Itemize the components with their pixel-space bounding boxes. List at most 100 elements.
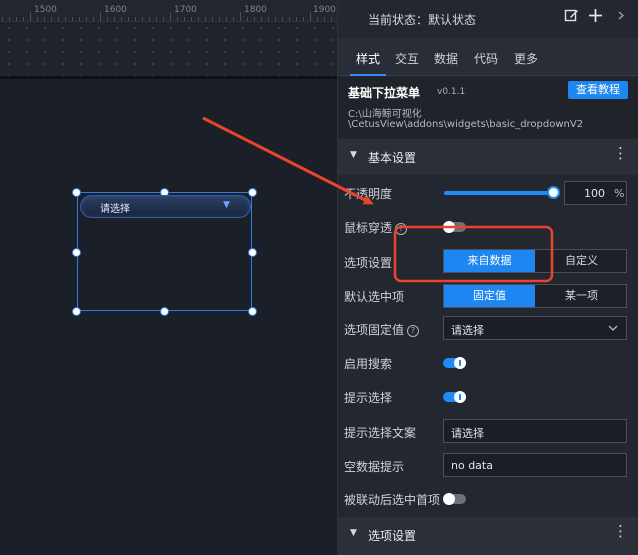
prompt-text-input[interactable]: 请选择 (443, 419, 627, 443)
empty-hint-input[interactable]: no data (443, 453, 627, 477)
section-basic-settings[interactable]: ▼ 基本设置 ⋮ (338, 139, 638, 175)
fixed-value-button[interactable]: 固定值 (444, 285, 535, 307)
panel-tabs: 样式 交互 数据 代码 更多 (338, 38, 638, 76)
ruler-tick (233, 17, 234, 21)
ruler-tick (282, 17, 283, 21)
ruler-tick (65, 17, 66, 21)
option-source-segmented: 来自数据 自定义 (443, 249, 627, 273)
resize-handle-bottom-left[interactable] (72, 307, 81, 316)
fixed-value-text: 选项固定值 (344, 323, 405, 337)
resize-handle-top-right[interactable] (248, 188, 257, 197)
default-selected-label: 默认选中项 (344, 290, 405, 304)
ruler-tick (184, 17, 185, 21)
tab-data[interactable]: 数据 (434, 50, 458, 67)
state-bar: 当前状态：默认状态 (338, 0, 638, 38)
tab-code[interactable]: 代码 (474, 50, 498, 67)
ruler-label: 1600 (104, 5, 127, 15)
linked-first-label: 被联动后选中首项 (344, 493, 441, 507)
current-state-label: 当前状态：默认状态 (368, 13, 477, 27)
mouse-through-toggle[interactable] (443, 221, 466, 233)
ruler-tick (142, 17, 143, 21)
ruler-tick (9, 17, 10, 21)
resize-handle-left[interactable] (72, 248, 81, 257)
ruler-tick (205, 17, 206, 21)
ruler-tick (289, 17, 290, 21)
ruler-tick (275, 17, 276, 21)
view-tutorial-button[interactable]: 查看教程 (568, 81, 628, 99)
mouse-through-text: 鼠标穿透 (344, 221, 393, 235)
ruler-tick (163, 17, 164, 21)
property-panel: 当前状态：默认状态 样式 交互 数据 代码 更多 基础下拉菜单 v0.1.1 查… (337, 0, 638, 555)
ruler-tick (219, 17, 220, 21)
active-tab-indicator (350, 74, 386, 76)
resize-handle-right[interactable] (248, 248, 257, 257)
ruler-tick (170, 12, 171, 21)
ruler-tick (261, 17, 262, 21)
ruler-tick (51, 17, 52, 21)
ruler-tick (44, 17, 45, 21)
resize-handle-bottom[interactable] (160, 307, 169, 316)
ruler-tick (86, 17, 87, 21)
component-path: \CetusView\addons\widgets\basic_dropdown… (348, 119, 584, 130)
ruler-tick (107, 17, 108, 21)
component-version: v0.1.1 (437, 87, 466, 97)
ruler-tick (156, 17, 157, 21)
ruler-tick (198, 17, 199, 21)
empty-hint-label: 空数据提示 (344, 460, 405, 474)
section-option-settings[interactable]: ▼ 选项设置 ⋮ (338, 517, 638, 555)
ruler-tick (226, 17, 227, 21)
some-item-button[interactable]: 某一项 (536, 285, 627, 307)
prompt-text-value: 请选择 (451, 427, 484, 440)
ruler-tick (254, 17, 255, 21)
tab-style[interactable]: 样式 (356, 50, 380, 67)
prompt-select-toggle[interactable] (443, 391, 466, 403)
edit-icon[interactable] (564, 8, 579, 27)
ruler-tick (100, 12, 101, 21)
fixed-value-select[interactable]: 请选择 (443, 316, 627, 340)
ruler-label: 1800 (244, 5, 267, 15)
ruler-tick (296, 17, 297, 21)
ruler-tick (37, 17, 38, 21)
editor-canvas[interactable]: 1500 1600 1700 1800 1900 请选择 ▼ (0, 0, 337, 555)
ruler-tick (79, 17, 80, 21)
more-vertical-icon[interactable]: ⋮ (613, 146, 628, 161)
opacity-slider-handle[interactable] (547, 186, 560, 199)
fixed-value-selected: 请选择 (451, 324, 484, 337)
more-vertical-icon[interactable]: ⋮ (613, 524, 628, 539)
chevron-right-icon[interactable] (617, 8, 625, 27)
ruler-tick (121, 17, 122, 21)
ruler-tick (303, 17, 304, 21)
ruler-tick (16, 17, 17, 21)
dropdown-widget-preview[interactable]: 请选择 ▼ (80, 195, 251, 218)
ruler-tick (268, 17, 269, 21)
empty-hint-value: no data (451, 459, 493, 472)
opacity-slider[interactable] (444, 191, 554, 195)
mouse-through-label: 鼠标穿透? (344, 219, 408, 236)
caret-down-icon: ▼ (350, 150, 357, 160)
plus-icon[interactable] (588, 8, 603, 27)
ruler-tick (324, 17, 325, 21)
option-custom-button[interactable]: 自定义 (536, 250, 627, 272)
canvas-divider (0, 76, 337, 79)
ruler-tick (30, 12, 31, 21)
tab-interaction[interactable]: 交互 (395, 50, 419, 67)
enable-search-toggle[interactable] (443, 357, 466, 369)
option-from-data-button[interactable]: 来自数据 (444, 250, 535, 272)
help-icon[interactable]: ? (407, 325, 420, 337)
ruler-tick (191, 17, 192, 21)
ruler-tick (212, 17, 213, 21)
canvas-grid-band (0, 22, 337, 76)
resize-handle-top-left[interactable] (72, 188, 81, 197)
help-icon[interactable]: ? (395, 223, 408, 235)
fixed-value-label: 选项固定值? (344, 321, 420, 338)
ruler-tick (247, 17, 248, 21)
caret-down-icon: ▼ (350, 528, 357, 538)
resize-handle-bottom-right[interactable] (248, 307, 257, 316)
dropdown-placeholder: 请选择 (100, 204, 130, 215)
default-selected-segmented: 固定值 某一项 (443, 284, 627, 308)
linked-first-toggle[interactable] (443, 493, 466, 505)
tab-more[interactable]: 更多 (514, 50, 538, 67)
dropdown-arrow-icon: ▼ (223, 200, 230, 210)
ruler-tick (114, 17, 115, 21)
opacity-input[interactable]: 100 % (564, 181, 627, 205)
